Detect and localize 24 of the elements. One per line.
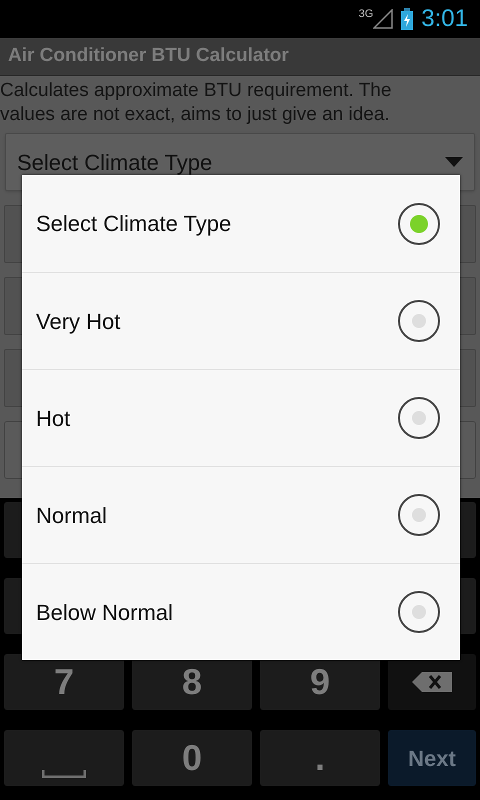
- dropdown-arrow-icon: [445, 157, 463, 167]
- description-text: Calculates approximate BTU requirement. The values are not exact, aims to just give an idea.: [0, 79, 392, 127]
- network-label: 3G: [358, 9, 374, 20]
- battery-icon: [401, 8, 414, 30]
- radio-button[interactable]: [398, 494, 440, 536]
- backspace-icon: [412, 672, 452, 692]
- climate-option[interactable]: Very Hot: [22, 272, 460, 369]
- key[interactable]: 7: [4, 654, 124, 710]
- climate-option[interactable]: Normal: [22, 466, 460, 563]
- radio-button[interactable]: [398, 202, 440, 244]
- clock: 3:01: [421, 4, 468, 34]
- next-key[interactable]: Next: [388, 730, 476, 786]
- space-key[interactable]: [4, 730, 124, 786]
- radio-button[interactable]: [398, 397, 440, 439]
- climate-option[interactable]: Below Normal: [22, 563, 460, 660]
- radio-button[interactable]: [398, 300, 440, 342]
- climate-option[interactable]: Hot: [22, 369, 460, 466]
- app-title: Air Conditioner BTU Calculator: [8, 44, 289, 68]
- backspace-key[interactable]: [388, 654, 476, 710]
- signal-icon: [373, 9, 394, 29]
- key[interactable]: 0: [132, 730, 252, 786]
- space-icon: [42, 770, 86, 778]
- radio-button[interactable]: [398, 591, 440, 633]
- key[interactable]: .: [260, 730, 380, 786]
